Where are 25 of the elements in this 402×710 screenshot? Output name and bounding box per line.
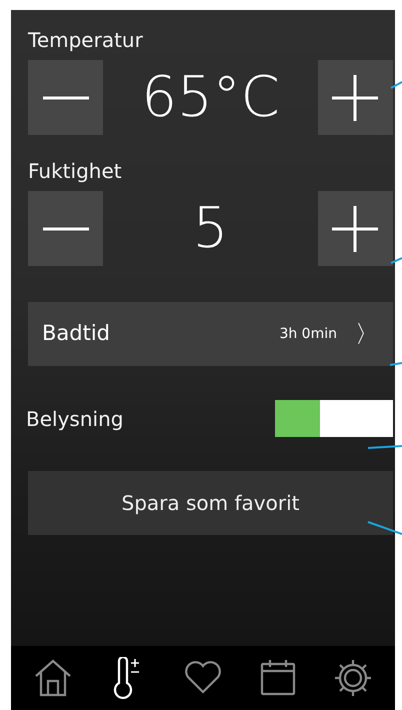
home-icon: [32, 657, 73, 699]
stepper-value: 5: [192, 200, 228, 256]
plus-icon: [332, 206, 378, 252]
nav-tab[interactable]: [32, 657, 73, 699]
bath-time-button[interactable]: Badtid 3h 0min 〉: [28, 302, 393, 366]
leader-line: [368, 521, 402, 535]
leader-line: [390, 362, 402, 366]
lighting-label: Belysning: [26, 406, 124, 430]
minus-icon: [42, 96, 88, 100]
minus-icon: [42, 226, 88, 230]
settings-icon: [333, 657, 374, 699]
plus-icon: [332, 74, 378, 120]
stepper-label: Fuktighet: [28, 159, 123, 183]
leader-line: [368, 445, 402, 449]
increase-button[interactable]: [318, 191, 393, 266]
nav-tab[interactable]: [333, 657, 374, 699]
leader-line: [390, 257, 402, 264]
stepper-value: 65°C: [141, 70, 280, 126]
stepper-label: Temperatur: [28, 28, 144, 52]
decrease-button[interactable]: [28, 60, 103, 135]
leader-line: [390, 81, 402, 89]
lighting-toggle[interactable]: [275, 400, 393, 437]
decrease-button[interactable]: [28, 191, 103, 266]
save-favorite-button[interactable]: Spara som favorit: [28, 471, 393, 535]
increase-button[interactable]: [318, 60, 393, 135]
